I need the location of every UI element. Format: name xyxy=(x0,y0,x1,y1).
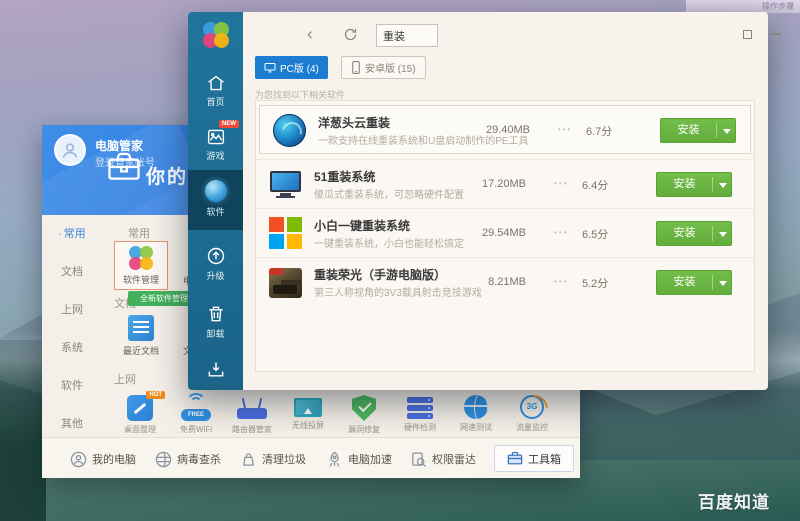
install-button[interactable]: 安装 xyxy=(660,118,736,143)
menu-icon[interactable] xyxy=(743,30,752,39)
nav-toolbox[interactable]: 工具箱 xyxy=(494,445,574,472)
manager-bottom-nav: 我的电脑 病毒查杀 清理垃圾 电脑加速 权限雷达 工具箱 xyxy=(42,437,580,478)
nav-my-computer[interactable]: 我的电脑 xyxy=(70,449,136,469)
rating-dots: ••• xyxy=(554,277,569,286)
tool-software-manage[interactable]: 软件管理 xyxy=(114,241,168,290)
app-logo-icon xyxy=(202,22,229,48)
corner-text: 操作步骤 xyxy=(762,2,794,11)
trash-icon xyxy=(208,306,223,322)
sidebar-item-downloads[interactable] xyxy=(188,360,243,380)
nav-permission-radar[interactable]: 权限雷达 xyxy=(410,449,476,469)
app-row[interactable]: 洋葱头云重装 一款支持在线重装系统和U盘启动制作的PE工具 29.40MB ••… xyxy=(259,105,751,154)
software-sphere-icon xyxy=(204,180,227,202)
monitor-icon xyxy=(264,63,276,73)
sidebar-item-games[interactable]: NEW 游戏 xyxy=(188,120,243,162)
games-icon xyxy=(207,129,224,145)
chevron-down-icon[interactable] xyxy=(719,232,727,241)
router-icon xyxy=(236,395,268,421)
tab-pc[interactable]: PC版 (4) xyxy=(255,56,328,79)
app-icon-windows xyxy=(269,217,302,250)
software-manager-window: 首页 NEW 游戏 软件 升级 卸载 ‹ 重装 PC版 (4) 安卓版 (15)… xyxy=(188,12,781,390)
hot-badge: HOT xyxy=(146,391,165,399)
chevron-down-icon[interactable] xyxy=(723,129,731,138)
3g-icon: 3G xyxy=(520,395,544,419)
home-icon xyxy=(207,75,224,91)
sidebar-item-uninstall[interactable]: 卸载 xyxy=(188,304,243,340)
doc-search-icon xyxy=(412,451,427,467)
tool-hardware-check[interactable]: 硬件检测 xyxy=(393,395,447,433)
nav-virus-scan[interactable]: 病毒查杀 xyxy=(155,449,221,469)
watermark: 百度知道 xyxy=(698,493,770,512)
app-icon-monitor xyxy=(269,168,302,201)
app-list-panel: 洋葱头云重装 一款支持在线重装系统和U盘启动制作的PE工具 29.40MB ••… xyxy=(255,100,755,372)
rating-dots: ••• xyxy=(558,125,573,134)
tool-free-wifi[interactable]: FREE 免费WiFi xyxy=(169,393,223,435)
briefcase-icon xyxy=(507,451,523,465)
shield-check-icon xyxy=(352,395,376,421)
wallpaper-trees xyxy=(0,340,46,521)
nav-clean-junk[interactable]: 清理垃圾 xyxy=(240,449,306,469)
scan-globe-icon xyxy=(155,451,172,467)
category-common[interactable]: · 常用 xyxy=(42,225,102,241)
user-icon xyxy=(62,143,78,158)
clean-bag-icon xyxy=(243,452,254,466)
software-topbar: ‹ × xyxy=(243,12,781,56)
avatar[interactable] xyxy=(54,134,86,166)
minimize-icon[interactable] xyxy=(771,28,781,35)
search-input[interactable] xyxy=(376,24,438,47)
rating-dots: ••• xyxy=(554,179,569,188)
app-row[interactable]: 重装荣光（手游电脑版） 第三人称视角的3V3载具射击竞技游戏 8.21MB ••… xyxy=(256,257,754,306)
category-other[interactable]: 其他 xyxy=(42,415,102,431)
sidebar-item-upgrade[interactable]: 升级 xyxy=(188,246,243,282)
section-common-label: 常用 xyxy=(128,228,150,240)
install-button[interactable]: 安装 xyxy=(656,270,732,295)
section-net-label: 上网 xyxy=(114,374,136,386)
new-badge: NEW xyxy=(219,120,239,128)
tool-vuln-fix[interactable]: 漏洞修复 xyxy=(337,395,391,435)
category-docs[interactable]: 文档 xyxy=(42,263,102,279)
nav-speedup[interactable]: 电脑加速 xyxy=(326,449,392,469)
toolbox-icon xyxy=(108,152,140,180)
sidebar-item-home[interactable]: 首页 xyxy=(188,74,243,108)
phone-icon xyxy=(352,61,360,74)
server-stack-icon xyxy=(407,395,433,419)
tool-speed-test[interactable]: 网速测试 xyxy=(449,395,503,433)
tab-android[interactable]: 安卓版 (15) xyxy=(341,56,426,79)
tool-recent-docs[interactable]: 最近文档 xyxy=(114,315,168,357)
install-button[interactable]: 安装 xyxy=(656,172,732,197)
user-circle-icon xyxy=(70,451,87,467)
free-wifi-icon: FREE xyxy=(179,393,213,421)
category-column: · 常用 文档 上网 系统 软件 其他 xyxy=(42,215,102,437)
tool-screen-cast[interactable]: 无线投屏 xyxy=(281,395,335,431)
install-button[interactable]: 安装 xyxy=(656,221,732,246)
download-tray-icon xyxy=(208,362,223,377)
recent-docs-icon xyxy=(128,315,154,341)
category-system[interactable]: 系统 xyxy=(42,339,102,355)
upgrade-icon xyxy=(207,247,224,265)
app-icon-tank-game xyxy=(269,266,302,299)
app-row[interactable]: 小白一键重装系统 一键重装系统，小白也能轻松搞定 29.54MB ••• 6.5… xyxy=(256,208,754,257)
screen-cast-icon xyxy=(294,398,322,417)
rating-dots: ••• xyxy=(554,228,569,237)
globe-icon xyxy=(464,395,488,419)
refresh-icon[interactable] xyxy=(343,27,358,42)
tool-data-monitor[interactable]: 3G 流量监控 xyxy=(505,395,559,433)
chevron-down-icon[interactable] xyxy=(719,281,727,290)
tool-router-manager[interactable]: 路由器管家 xyxy=(225,395,279,435)
desktop: 操作步骤 百度知道 电脑管家 登录管家帐号 你的电脑 ·常用 文档 上网 系统 … xyxy=(0,0,800,521)
app-icon-onion xyxy=(273,114,306,147)
app-row[interactable]: 51重装系统 傻瓜式重装系统，可忽略硬件配置 17.20MB ••• 6.4分 … xyxy=(256,159,754,208)
back-icon[interactable]: ‹ xyxy=(307,25,313,42)
rocket-icon xyxy=(329,451,340,467)
category-software[interactable]: 软件 xyxy=(42,377,102,393)
tool-desktop-organizer[interactable]: HOT 桌面整理 xyxy=(113,391,167,435)
sidebar-item-software[interactable]: 软件 xyxy=(188,172,243,218)
software-sidebar: 首页 NEW 游戏 软件 升级 卸载 xyxy=(188,12,243,390)
category-network[interactable]: 上网 xyxy=(42,301,102,317)
software-manage-icon xyxy=(129,246,153,270)
chevron-down-icon[interactable] xyxy=(719,183,727,192)
